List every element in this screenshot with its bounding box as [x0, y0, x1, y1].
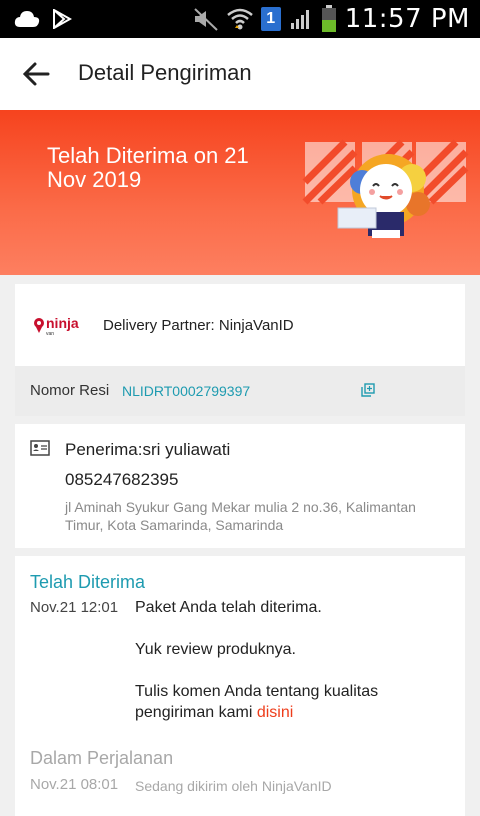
svg-text:van: van — [46, 331, 54, 336]
back-arrow-icon[interactable] — [20, 58, 52, 90]
app-bar: Detail Pengiriman — [0, 38, 480, 111]
clock: 11:57 PM — [344, 4, 470, 34]
recipient-phone: 085247682395 — [65, 470, 179, 489]
review-link[interactable]: disini — [257, 704, 293, 721]
recipient-name: Penerima:sri yuliawati — [65, 440, 231, 459]
mute-icon — [193, 8, 218, 31]
previous-event-time: Nov.21 08:01 — [30, 776, 119, 793]
battery-icon — [321, 5, 336, 32]
recipient-card: Penerima:sri yuliawati 085247682395 jl A… — [15, 424, 465, 548]
partner-label: Delivery Partner: NinjaVanID — [103, 317, 294, 334]
play-store-icon — [53, 9, 72, 29]
status-banner: Telah Diterima on 21 Nov 2019 — [0, 110, 480, 275]
partner-row: ninja van Delivery Partner: NinjaVanID — [15, 284, 465, 366]
tracking-number-row: Nomor Resi NLIDRT0002799397 — [15, 366, 465, 416]
wifi-icon — [226, 8, 253, 30]
current-event-line2: Yuk review produknya. — [135, 641, 296, 658]
status-bar: 1 11:57 PM — [0, 0, 480, 38]
current-event-time: Nov.21 12:01 — [30, 599, 119, 616]
ninjavan-logo: ninja van — [34, 315, 79, 336]
page-title: Detail Pengiriman — [78, 60, 252, 85]
copy-icon[interactable] — [361, 383, 375, 397]
previous-event-text: Sedang dikirim oleh NinjaVanID — [135, 778, 332, 794]
resi-label: Nomor Resi — [30, 382, 110, 399]
current-event-line1: Paket Anda telah diterima. — [135, 599, 322, 616]
id-card-icon — [30, 440, 50, 456]
current-status-heading: Telah Diterima — [30, 572, 146, 592]
banner-title: Telah Diterima on 21 Nov 2019 — [47, 143, 249, 192]
delivery-partner-card: ninja van Delivery Partner: NinjaVanID N… — [15, 284, 465, 416]
previous-status-heading: Dalam Perjalanan — [30, 748, 174, 768]
cloud-icon — [14, 11, 40, 27]
sim-badge: 1 — [260, 7, 281, 31]
current-event-line3: Tulis komen Anda tentang kualitas pengir… — [135, 681, 455, 723]
mascot-illustration — [302, 139, 469, 238]
resi-number[interactable]: NLIDRT0002799397 — [122, 383, 250, 399]
tracking-history-card: Telah Diterima Nov.21 12:01 Paket Anda t… — [15, 556, 465, 816]
svg-text:ninja: ninja — [46, 315, 79, 331]
signal-icon — [290, 10, 309, 29]
recipient-address: jl Aminah Syukur Gang Mekar mulia 2 no.3… — [65, 499, 416, 533]
